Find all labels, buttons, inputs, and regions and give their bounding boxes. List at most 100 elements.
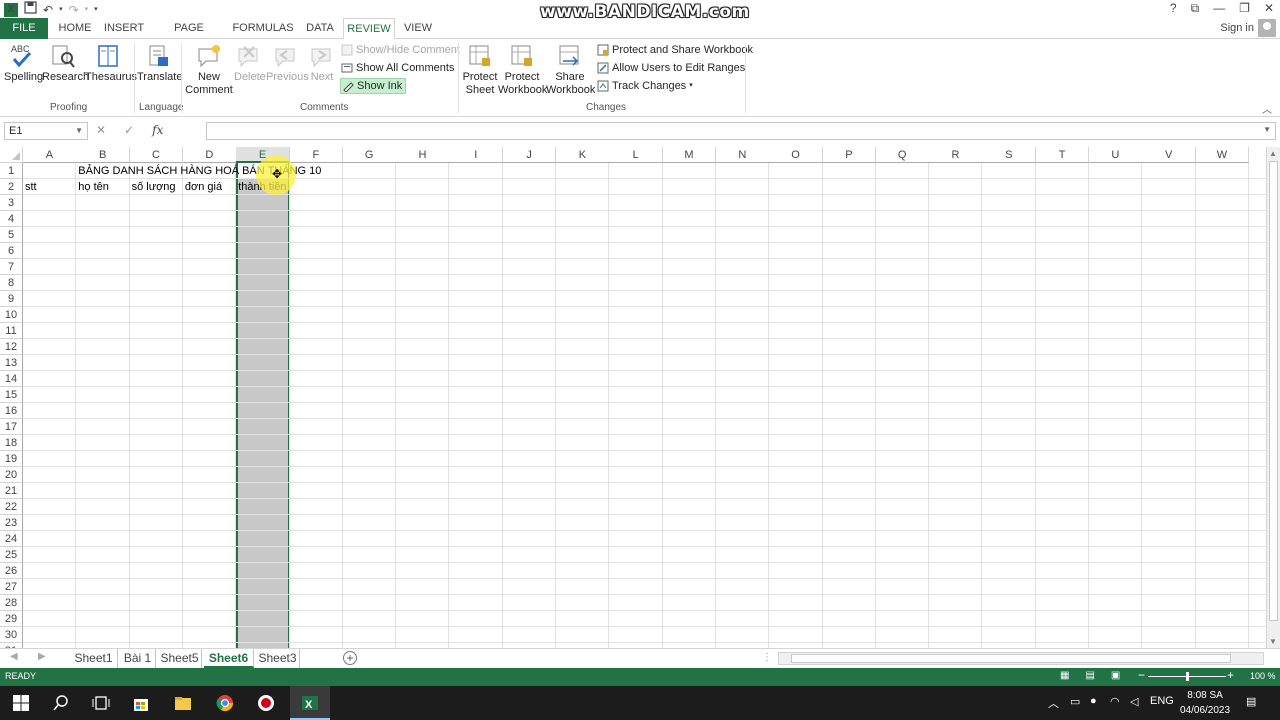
row-header-21[interactable]: 21 <box>0 483 23 499</box>
file-explorer-icon[interactable] <box>174 694 192 712</box>
protect-workbook-button[interactable]: Protect Workbook <box>498 43 547 97</box>
row-header-18[interactable]: 18 <box>0 435 23 451</box>
undo-icon[interactable]: ↶ <box>43 2 53 18</box>
tab-insert[interactable]: INSERT <box>100 18 148 39</box>
sheet-tab[interactable]: Sheet6 <box>204 649 254 668</box>
redo-dropdown-icon[interactable]: ▾ <box>85 2 89 18</box>
zoom-out-icon[interactable]: − <box>1138 668 1145 682</box>
sheet-tab[interactable]: Sheet3 <box>256 649 300 668</box>
column-header-m[interactable]: M <box>662 147 717 163</box>
column-header-t[interactable]: T <box>1035 147 1090 163</box>
minimize-icon[interactable]: — <box>1213 1 1225 16</box>
row-header-30[interactable]: 30 <box>0 627 23 643</box>
row-header-20[interactable]: 20 <box>0 467 23 483</box>
page-layout-view-icon[interactable]: ▤ <box>1085 670 1094 681</box>
column-header-v[interactable]: V <box>1142 147 1197 163</box>
sheet-tab[interactable]: Sheet5 <box>158 649 202 668</box>
row-header-7[interactable]: 7 <box>0 259 23 275</box>
column-header-c[interactable]: C <box>129 147 184 163</box>
column-header-r[interactable]: R <box>929 147 983 163</box>
system-clock[interactable]: 8:08 SA 04/06/2023 <box>1180 688 1230 718</box>
new-sheet-icon[interactable]: + <box>343 651 357 665</box>
column-header-k[interactable]: K <box>556 147 610 163</box>
row-header-25[interactable]: 25 <box>0 547 23 563</box>
column-header-o[interactable]: O <box>769 147 823 163</box>
name-box[interactable]: E1 ▼ <box>4 122 88 140</box>
horizontal-scrollbar[interactable] <box>778 652 1264 665</box>
tab-file[interactable]: FILE <box>0 18 48 39</box>
previous-comment-button[interactable]: Previous <box>266 43 309 84</box>
row-header-14[interactable]: 14 <box>0 371 23 387</box>
show-ink-button[interactable]: Show Ink <box>340 78 407 94</box>
zoom-knob[interactable] <box>1186 672 1189 681</box>
row-header-15[interactable]: 15 <box>0 387 23 403</box>
row-header-10[interactable]: 10 <box>0 307 23 323</box>
insert-function-icon[interactable]: fx <box>152 123 163 137</box>
vertical-scroll-thumb[interactable] <box>1269 161 1278 621</box>
row-header-24[interactable]: 24 <box>0 531 23 547</box>
row-header-19[interactable]: 19 <box>0 451 23 467</box>
translate-button[interactable]: Translate <box>137 43 182 84</box>
cancel-icon[interactable]: ✕ <box>96 123 106 137</box>
column-header-j[interactable]: J <box>502 147 557 163</box>
page-break-view-icon[interactable]: ▣ <box>1111 670 1120 681</box>
new-comment-button[interactable]: New Comment <box>184 43 234 97</box>
research-button[interactable]: Research <box>42 43 89 84</box>
row-header-2[interactable]: 2 <box>0 179 23 195</box>
allow-users-edit-ranges-button[interactable]: Allow Users to Edit Ranges <box>597 60 745 76</box>
row-header-5[interactable]: 5 <box>0 227 23 243</box>
microphone-icon[interactable]: ● <box>1090 695 1097 707</box>
input-language[interactable]: ENG <box>1150 695 1174 707</box>
column-header-l[interactable]: L <box>609 147 664 163</box>
formula-input[interactable]: ▼ <box>206 122 1276 140</box>
chrome-icon[interactable] <box>216 694 234 712</box>
row-header-4[interactable]: 4 <box>0 211 23 227</box>
column-header-w[interactable]: W <box>1195 147 1250 163</box>
cell-d2[interactable]: đơn giá <box>183 179 222 195</box>
share-workbook-button[interactable]: Share Workbook <box>546 43 595 97</box>
column-header-f[interactable]: F <box>289 147 344 163</box>
cell-b2[interactable]: họ tên <box>76 179 109 195</box>
sign-in-link[interactable]: Sign in <box>1220 22 1254 34</box>
protect-sheet-button[interactable]: Protect Sheet <box>462 43 498 97</box>
search-icon[interactable] <box>52 694 70 712</box>
row-header-28[interactable]: 28 <box>0 595 23 611</box>
row-header-13[interactable]: 13 <box>0 355 23 371</box>
column-header-h[interactable]: H <box>396 147 450 163</box>
tab-formulas[interactable]: FORMULAS <box>230 18 296 39</box>
row-header-17[interactable]: 17 <box>0 419 23 435</box>
cell-c2[interactable]: số lượng <box>130 179 176 195</box>
tab-splitter-icon[interactable]: ⋮ <box>762 652 772 663</box>
sheet-prev-icon[interactable]: ◀ <box>10 651 18 662</box>
tab-view[interactable]: VIEW <box>398 18 438 39</box>
row-header-8[interactable]: 8 <box>0 275 23 291</box>
row-header-23[interactable]: 23 <box>0 515 23 531</box>
scroll-up-icon[interactable]: ▲ <box>1269 149 1277 158</box>
wifi-icon[interactable]: ◠ <box>1110 695 1120 708</box>
restore-icon[interactable]: ❐ <box>1239 1 1250 16</box>
spelling-button[interactable]: ABC Spelling <box>4 43 43 84</box>
column-header-u[interactable]: U <box>1089 147 1143 163</box>
customize-qat-icon[interactable]: ▾ <box>94 2 98 18</box>
row-header-1[interactable]: 1 <box>0 163 23 179</box>
redo-icon[interactable]: ↷ <box>69 2 79 18</box>
bandicam-icon[interactable] <box>257 694 275 712</box>
show-all-comments-button[interactable]: Show All Comments <box>341 60 454 76</box>
track-changes-dropdown-icon[interactable]: ▾ <box>689 78 693 94</box>
delete-comment-button[interactable]: Delete <box>234 43 266 84</box>
volume-icon[interactable]: ◁ <box>1130 695 1138 708</box>
tab-page-layout[interactable]: PAGE LAYOUT <box>152 18 226 55</box>
column-header-g[interactable]: G <box>342 147 397 163</box>
normal-view-icon[interactable]: ▦ <box>1060 670 1069 681</box>
row-header-6[interactable]: 6 <box>0 243 23 259</box>
zoom-in-icon[interactable]: + <box>1227 668 1234 682</box>
vertical-scrollbar[interactable]: ▲ ▼ <box>1266 147 1280 648</box>
zoom-slider[interactable]: − + <box>1138 668 1234 683</box>
row-header-26[interactable]: 26 <box>0 563 23 579</box>
row-header-9[interactable]: 9 <box>0 291 23 307</box>
battery-icon[interactable]: ▭ <box>1070 695 1080 708</box>
sheet-tab[interactable]: Bài 1 <box>120 649 156 668</box>
task-view-icon[interactable] <box>92 694 110 712</box>
notifications-icon[interactable]: ▤ <box>1246 695 1256 708</box>
sheet-next-icon[interactable]: ▶ <box>38 651 46 662</box>
